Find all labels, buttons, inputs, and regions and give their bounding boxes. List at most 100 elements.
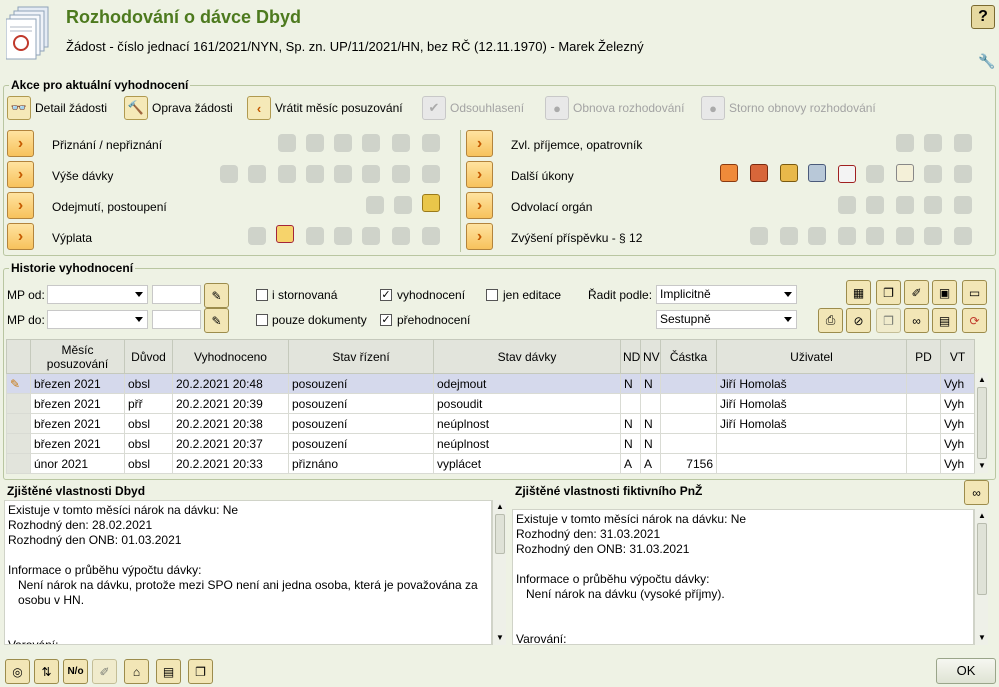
glasses-icon[interactable]: ∞ [904, 308, 929, 333]
action-icon[interactable] [866, 196, 884, 214]
scroll-down-icon[interactable]: ▼ [978, 633, 986, 642]
action-icon[interactable] [896, 227, 914, 245]
document-action-icon[interactable] [780, 164, 798, 182]
dalsi-ukony-expand-button[interactable]: › [466, 161, 493, 188]
action-icon[interactable] [896, 134, 914, 152]
header-nd[interactable]: ND [620, 339, 641, 374]
action-icon[interactable] [362, 134, 380, 152]
stack-icon[interactable]: ▤ [156, 659, 181, 684]
document-action-icon[interactable] [750, 164, 768, 182]
action-icon[interactable] [392, 227, 410, 245]
copy-disabled-icon[interactable]: ❐ [876, 308, 901, 333]
pouze-dokumenty-checkbox[interactable] [256, 314, 268, 326]
pencil-icon[interactable]: ✎ [204, 308, 229, 333]
action-icon[interactable] [838, 227, 856, 245]
printer-icon[interactable]: ⎙ [818, 308, 843, 333]
table-row[interactable]: únor 2021 obsl 20.2.2021 20:33 přiznáno … [6, 453, 975, 474]
odvolaci-organ-expand-button[interactable]: › [466, 192, 493, 219]
mp-do-month-select[interactable] [47, 310, 148, 329]
order-select[interactable]: Sestupně [656, 310, 797, 329]
coins-icon[interactable] [422, 194, 440, 212]
storno-obnovy-button[interactable]: ● Storno obnovy rozhodování [701, 95, 876, 121]
odejmuti-expand-button[interactable]: › [7, 192, 34, 219]
action-icon[interactable] [278, 165, 296, 183]
action-icon[interactable] [334, 165, 352, 183]
action-icon[interactable] [362, 227, 380, 245]
action-icon[interactable] [954, 227, 972, 245]
action-icon[interactable] [306, 227, 324, 245]
action-icon[interactable] [422, 134, 440, 152]
mp-od-month-select[interactable] [47, 285, 148, 304]
action-icon[interactable] [924, 227, 942, 245]
header-mesic[interactable]: Měsíc posuzování [30, 339, 125, 374]
scroll-up-icon[interactable]: ▲ [496, 502, 504, 511]
scroll-up-icon[interactable]: ▲ [978, 511, 986, 520]
refund-icon[interactable] [276, 225, 294, 243]
panel-left-scrollbar[interactable]: ▲ ▼ [492, 500, 506, 645]
action-icon[interactable] [924, 165, 942, 183]
no-icon[interactable]: N/o [63, 659, 88, 684]
header-pd[interactable]: PD [906, 339, 941, 374]
stack-icon[interactable]: ▤ [932, 308, 957, 333]
i-stornovana-checkbox[interactable] [256, 289, 268, 301]
jen-editace-checkbox[interactable] [486, 289, 498, 301]
brush-icon[interactable]: ✐ [904, 280, 929, 305]
wrench-icon[interactable]: 🔧 [978, 53, 995, 70]
header-uzivatel[interactable]: Uživatel [716, 339, 907, 374]
action-icon[interactable] [750, 227, 768, 245]
action-icon[interactable] [394, 196, 412, 214]
bank-icon[interactable]: ⌂ [124, 659, 149, 684]
header-nv[interactable]: NV [640, 339, 661, 374]
header-stav-rizeni[interactable]: Stav řízení [288, 339, 434, 374]
scroll-thumb[interactable] [977, 387, 987, 459]
table-scrollbar[interactable]: ▲ ▼ [974, 373, 988, 473]
action-icon[interactable] [334, 134, 352, 152]
scroll-thumb[interactable] [977, 523, 987, 595]
action-icon[interactable] [362, 165, 380, 183]
note-icon[interactable] [896, 164, 914, 182]
ok-button[interactable]: OK [936, 658, 996, 684]
action-icon[interactable] [924, 134, 942, 152]
header-vt[interactable]: VT [940, 339, 975, 374]
action-icon[interactable] [220, 165, 238, 183]
action-icon[interactable] [392, 165, 410, 183]
mp-od-year-field[interactable] [152, 285, 201, 304]
zvyseni-expand-button[interactable]: › [466, 223, 493, 250]
copy-icon[interactable]: ❐ [876, 280, 901, 305]
prehodnoceni-checkbox[interactable]: ✓ [380, 314, 392, 326]
action-icon[interactable] [808, 227, 826, 245]
brush-disabled-icon[interactable]: ✐ [92, 659, 117, 684]
vyplata-expand-button[interactable]: › [7, 223, 34, 250]
scroll-thumb[interactable] [495, 514, 505, 554]
action-icon[interactable] [954, 165, 972, 183]
sort-select[interactable]: Implicitně [656, 285, 797, 304]
gift-icon[interactable]: ▣ [932, 280, 957, 305]
scroll-down-icon[interactable]: ▼ [978, 461, 986, 470]
action-icon[interactable] [278, 134, 296, 152]
action-icon[interactable] [366, 196, 384, 214]
obnova-rozhodovani-button[interactable]: ● Obnova rozhodování [545, 95, 684, 121]
header-castka[interactable]: Částka [660, 339, 717, 374]
table-row[interactable]: březen 2021 přř 20.2.2021 20:39 posouzen… [6, 393, 975, 414]
panel-right-scrollbar[interactable]: ▲ ▼ [974, 509, 988, 645]
oprava-zadosti-button[interactable]: 🔨 Oprava žádosti [124, 95, 233, 121]
table-arrows-icon[interactable]: ⇅ [34, 659, 59, 684]
vyse-expand-button[interactable]: › [7, 161, 34, 188]
coins-icon[interactable]: ◎ [5, 659, 30, 684]
detail-zadosti-button[interactable]: 👓 Detail žádosti [7, 95, 107, 121]
zvl-prijemce-expand-button[interactable]: › [466, 130, 493, 157]
header-vyhodnoceno[interactable]: Vyhodnoceno [172, 339, 289, 374]
scroll-up-icon[interactable]: ▲ [978, 375, 986, 384]
vratit-mesic-button[interactable]: ‹ Vrátit měsíc posuzování [247, 95, 403, 121]
glasses-icon[interactable]: ∞ [964, 480, 989, 505]
envelope-icon[interactable] [838, 165, 856, 183]
odsouhlaseni-button[interactable]: ✔ Odsouhlasení [422, 95, 524, 121]
building-icon[interactable] [808, 164, 826, 182]
action-icon[interactable] [334, 227, 352, 245]
action-icon[interactable] [896, 196, 914, 214]
action-icon[interactable] [954, 196, 972, 214]
table-row[interactable]: ✎ březen 2021 obsl 20.2.2021 20:48 posou… [6, 373, 975, 394]
help-button[interactable]: ? [971, 5, 995, 29]
action-icon[interactable] [392, 134, 410, 152]
prizn-expand-button[interactable]: › [7, 130, 34, 157]
